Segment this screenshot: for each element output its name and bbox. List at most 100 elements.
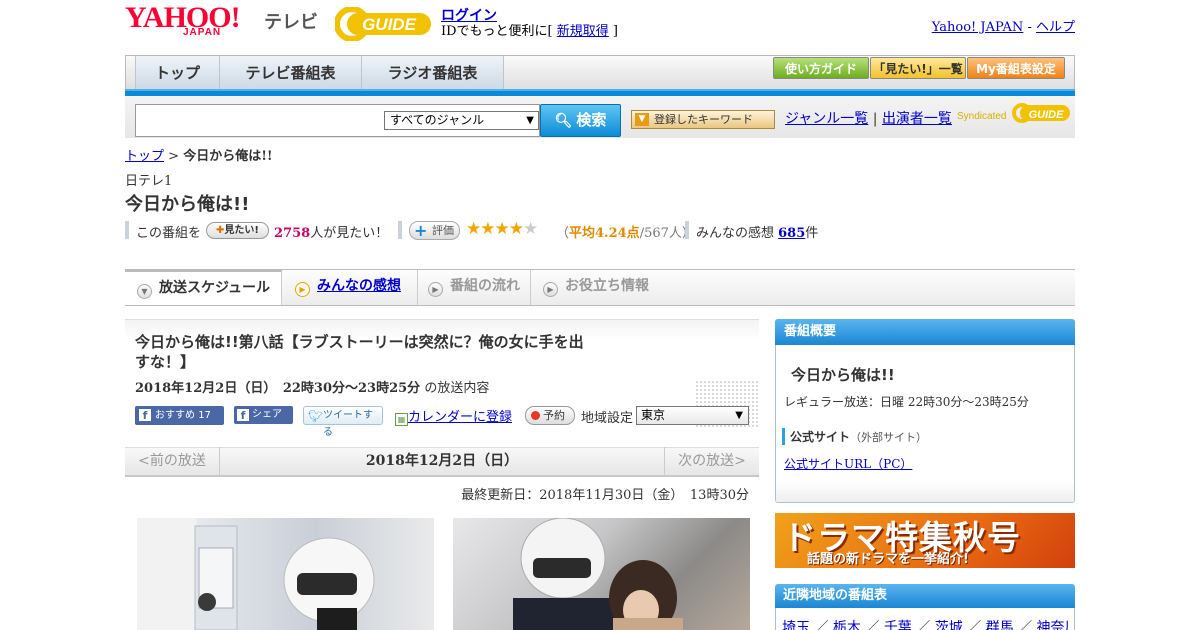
nav-tab-radio-schedule[interactable]: ラジオ番組表: [362, 56, 504, 90]
yahoo-japan-link[interactable]: Yahoo! JAPAN: [932, 20, 1024, 35]
circle-arrow-right-icon: ▶: [428, 282, 443, 297]
region-link[interactable]: 埼玉: [782, 620, 810, 630]
circle-arrow-right-icon: ▶: [543, 282, 558, 297]
nav-accent-bar: [125, 89, 1075, 96]
mitai-count-text: 2758人が見たい！: [274, 222, 388, 241]
region-link[interactable]: 群馬: [986, 620, 1014, 630]
regular-broadcast-time: レギュラー放送：日曜 22時30分～23時25分: [784, 395, 1029, 409]
dropdown-arrow-icon: ▼: [735, 410, 743, 421]
nav-tab-tv-schedule[interactable]: テレビ番組表: [220, 56, 362, 90]
tab-label: お役立ち情報: [565, 278, 649, 294]
region-link[interactable]: 栃木: [833, 620, 861, 630]
mitai-list-button[interactable]: 「見たい!」一覧: [870, 57, 966, 79]
rate-button-label: 評価: [432, 224, 454, 237]
tab-label: 番組の流れ: [450, 278, 520, 294]
region-link[interactable]: 茨城: [935, 620, 963, 630]
tab-everyone-reviews[interactable]: ▶ みんなの感想: [283, 270, 418, 305]
program-overview-box: [775, 319, 1075, 503]
circle-arrow-right-icon: ▶: [295, 282, 310, 297]
search-icon: 🔍︎: [554, 113, 573, 129]
calendar-register-link[interactable]: カレンダーに登録: [408, 410, 512, 425]
performer-list-link[interactable]: 出演者一覧: [882, 111, 952, 127]
usage-guide-button[interactable]: 使い方ガイド: [773, 57, 869, 79]
link-divider: |: [872, 111, 878, 127]
official-site-url-link[interactable]: 公式サイトURL（PC）: [784, 455, 912, 472]
facebook-share-label: シェア: [252, 409, 282, 420]
episode-photo: [137, 518, 434, 630]
login-description: IDでもっと便利に[ 新規取得 ]: [441, 20, 618, 39]
header-links: Yahoo! JAPAN - ヘルプ: [932, 16, 1075, 35]
kansou-count-link[interactable]: 685: [778, 226, 805, 241]
episode-title: 今日から俺は!!第八話【ラブストーリーは突然に？俺の女に手を出すな！】: [135, 333, 584, 371]
star-icon: ★: [480, 219, 495, 239]
calendar-register[interactable]: ▦ カレンダーに登録: [395, 406, 512, 426]
facebook-recommend-button[interactable]: f おすすめ 17: [135, 406, 224, 425]
reserve-label: 予約: [543, 409, 565, 422]
mitai-prefix: この番組を: [136, 226, 202, 241]
official-site-heading: 公式サイト（外部サイト）: [782, 428, 927, 445]
episode-photo: [453, 518, 750, 630]
stat-divider: [685, 221, 689, 239]
facebook-icon: f: [237, 409, 249, 422]
nearby-region-header: 近隣地域の番組表: [775, 584, 1075, 608]
yahoo-japan-text: JAPAN: [183, 27, 222, 38]
facebook-recommend-label: おすすめ: [155, 410, 195, 421]
episode-photo-art: [194, 525, 375, 630]
breadcrumb-top-link[interactable]: トップ: [125, 149, 164, 164]
header-link-separator: -: [1023, 20, 1036, 35]
circle-arrow-down-icon: ▼: [137, 284, 152, 299]
last-updated: 最終更新日：2018年11月30日（金） 13時30分: [461, 488, 749, 503]
triangle-down-icon: ▼: [635, 113, 649, 126]
region-link[interactable]: 神奈川: [1037, 620, 1070, 630]
region-select-value: 東京: [641, 408, 666, 422]
stat-divider: [125, 221, 129, 239]
syndicated-text: Syndicated: [957, 111, 1007, 122]
login-desc-prefix: IDでもっと便利に[: [441, 24, 557, 39]
syndicated-gguide-logo: GUIDE: [1012, 103, 1070, 123]
gguide-logo-text: GUIDE: [362, 15, 417, 34]
genre-select[interactable]: すべてのジャンル ▼: [384, 111, 539, 130]
facebook-share-button[interactable]: f シェア: [234, 406, 293, 424]
my-schedule-settings-button[interactable]: My番組表設定: [967, 57, 1065, 79]
rating-summary: （平均4.24点/567人）: [556, 222, 695, 241]
rating-stars: ★★★★★: [466, 219, 538, 239]
region-select[interactable]: 東京 ▼: [636, 406, 749, 425]
syndicated-gguide-text: GUIDE: [1029, 109, 1065, 121]
tv-logo-text[interactable]: テレビ: [264, 8, 318, 34]
registered-keyword-label: 登録したキーワード: [654, 113, 753, 126]
episode-datetime: 2018年12月2日（日） 22時30分～23時25分 の放送内容: [135, 377, 489, 396]
tab-useful-info[interactable]: ▶ お役立ち情報: [531, 270, 661, 305]
tab-broadcast-schedule[interactable]: ▼ 放送スケジュール: [125, 270, 282, 305]
facebook-icon: f: [139, 409, 151, 422]
tweet-button[interactable]: 🐦︎ ツイートする: [303, 406, 383, 438]
stat-divider: [398, 221, 402, 239]
mitai-button[interactable]: ✚見たい!: [206, 222, 269, 239]
next-broadcast-link[interactable]: 次の放送>: [664, 447, 759, 475]
record-dot-icon: [531, 411, 540, 420]
channel-name: 日テレ1: [125, 174, 173, 189]
official-site-sub: （外部サイト）: [850, 431, 928, 444]
help-link[interactable]: ヘルプ: [1036, 20, 1075, 35]
registered-keyword-button[interactable]: ▼ 登録したキーワード: [631, 110, 775, 129]
star-icon: ★: [508, 219, 524, 239]
nav-tab-top[interactable]: トップ: [136, 56, 220, 90]
genre-list-link[interactable]: ジャンル一覧: [785, 111, 868, 127]
mitai-count: 2758: [274, 226, 311, 241]
calendar-icon: ▦: [395, 413, 408, 426]
reserve-button[interactable]: 予約: [525, 406, 575, 425]
rate-button[interactable]: + 評価: [409, 221, 460, 240]
search-button[interactable]: 🔍︎ 検索: [540, 104, 621, 137]
tab-program-flow[interactable]: ▶ 番組の流れ: [418, 270, 531, 305]
region-link[interactable]: 千葉: [884, 620, 912, 630]
gguide-logo[interactable]: GUIDE: [335, 7, 433, 41]
breadcrumb-current: 今日から俺は!!: [183, 149, 273, 164]
search-button-label: 検索: [576, 111, 607, 129]
login-desc-suffix: ]: [608, 24, 618, 39]
kansou-summary: みんなの感想 685件: [696, 222, 818, 241]
prev-broadcast-link[interactable]: <前の放送: [125, 447, 220, 475]
program-overview-footer: [776, 481, 1074, 502]
nearby-region-list: 埼玉 ／ 栃木 ／ 千葉 ／ 茨城 ／ 群馬 ／ 神奈川 ／ 東: [782, 617, 1070, 630]
rating-average: 平均4.24点: [569, 226, 640, 241]
dropdown-arrow-icon: ▼: [526, 115, 534, 126]
signup-link[interactable]: 新規取得: [557, 24, 609, 39]
